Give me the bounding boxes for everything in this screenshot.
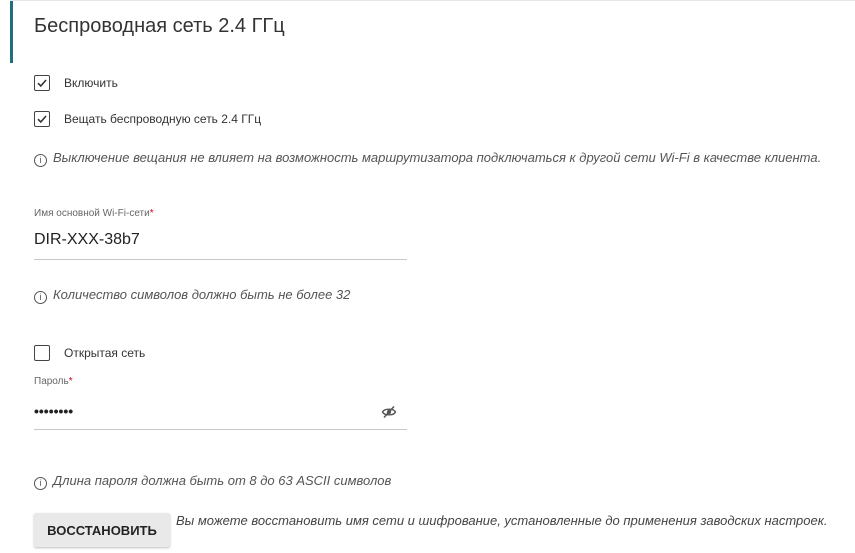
eye-off-icon[interactable]: [381, 405, 397, 424]
broadcast-checkbox-label: Вещать беспроводную сеть 2.4 ГГц: [64, 112, 262, 126]
checkmark-icon: [37, 79, 47, 88]
ssid-label: Имя основной Wi-Fi-сети*: [34, 208, 154, 219]
broadcast-checkbox[interactable]: [34, 111, 50, 127]
password-hint-text: Длина пароля должна быть от 8 до 63 ASCI…: [53, 473, 392, 488]
ssid-label-text: Имя основной Wi-Fi-сети: [34, 208, 150, 219]
password-label: Пароль*: [34, 376, 73, 387]
restore-button[interactable]: ВОССТАНОВИТЬ: [34, 513, 170, 547]
info-icon: i: [34, 476, 47, 490]
required-mark: *: [68, 376, 73, 387]
password-input[interactable]: ••••••••: [34, 403, 73, 419]
ssid-input[interactable]: DIR-XXX-38b7: [34, 231, 140, 249]
broadcast-checkbox-row[interactable]: Вещать беспроводную сеть 2.4 ГГц: [34, 111, 261, 127]
open-network-checkbox-label: Открытая сеть: [64, 346, 146, 360]
section-title: Беспроводная сеть 2.4 ГГц: [34, 15, 285, 37]
enable-checkbox-row[interactable]: Включить: [34, 75, 118, 91]
wireless-settings-card: Беспроводная сеть 2.4 ГГц Включить Вещат…: [10, 0, 855, 553]
password-input-underline: [34, 429, 407, 430]
open-network-checkbox[interactable]: [34, 345, 50, 361]
broadcast-info-text: i Выключение вещания не влияет на возможн…: [34, 148, 834, 168]
ssid-hint-text: Количество символов должно быть не более…: [53, 287, 351, 302]
info-icon: i: [34, 153, 47, 167]
section-accent-bar: [10, 1, 13, 63]
broadcast-info-message: Выключение вещания не влияет на возможно…: [53, 150, 822, 165]
info-icon: i: [34, 290, 47, 304]
password-label-text: Пароль: [34, 376, 69, 387]
password-hint: i Длина пароля должна быть от 8 до 63 ASC…: [34, 471, 391, 491]
ssid-hint: i Количество символов должно быть не боле…: [34, 285, 350, 305]
enable-checkbox[interactable]: [34, 75, 50, 91]
ssid-input-underline: [34, 259, 407, 260]
enable-checkbox-label: Включить: [64, 76, 118, 90]
required-mark: *: [149, 208, 154, 219]
open-network-checkbox-row[interactable]: Открытая сеть: [34, 345, 145, 361]
checkmark-icon: [37, 115, 47, 124]
restore-description: Вы можете восстановить имя сети и шифров…: [176, 513, 828, 528]
